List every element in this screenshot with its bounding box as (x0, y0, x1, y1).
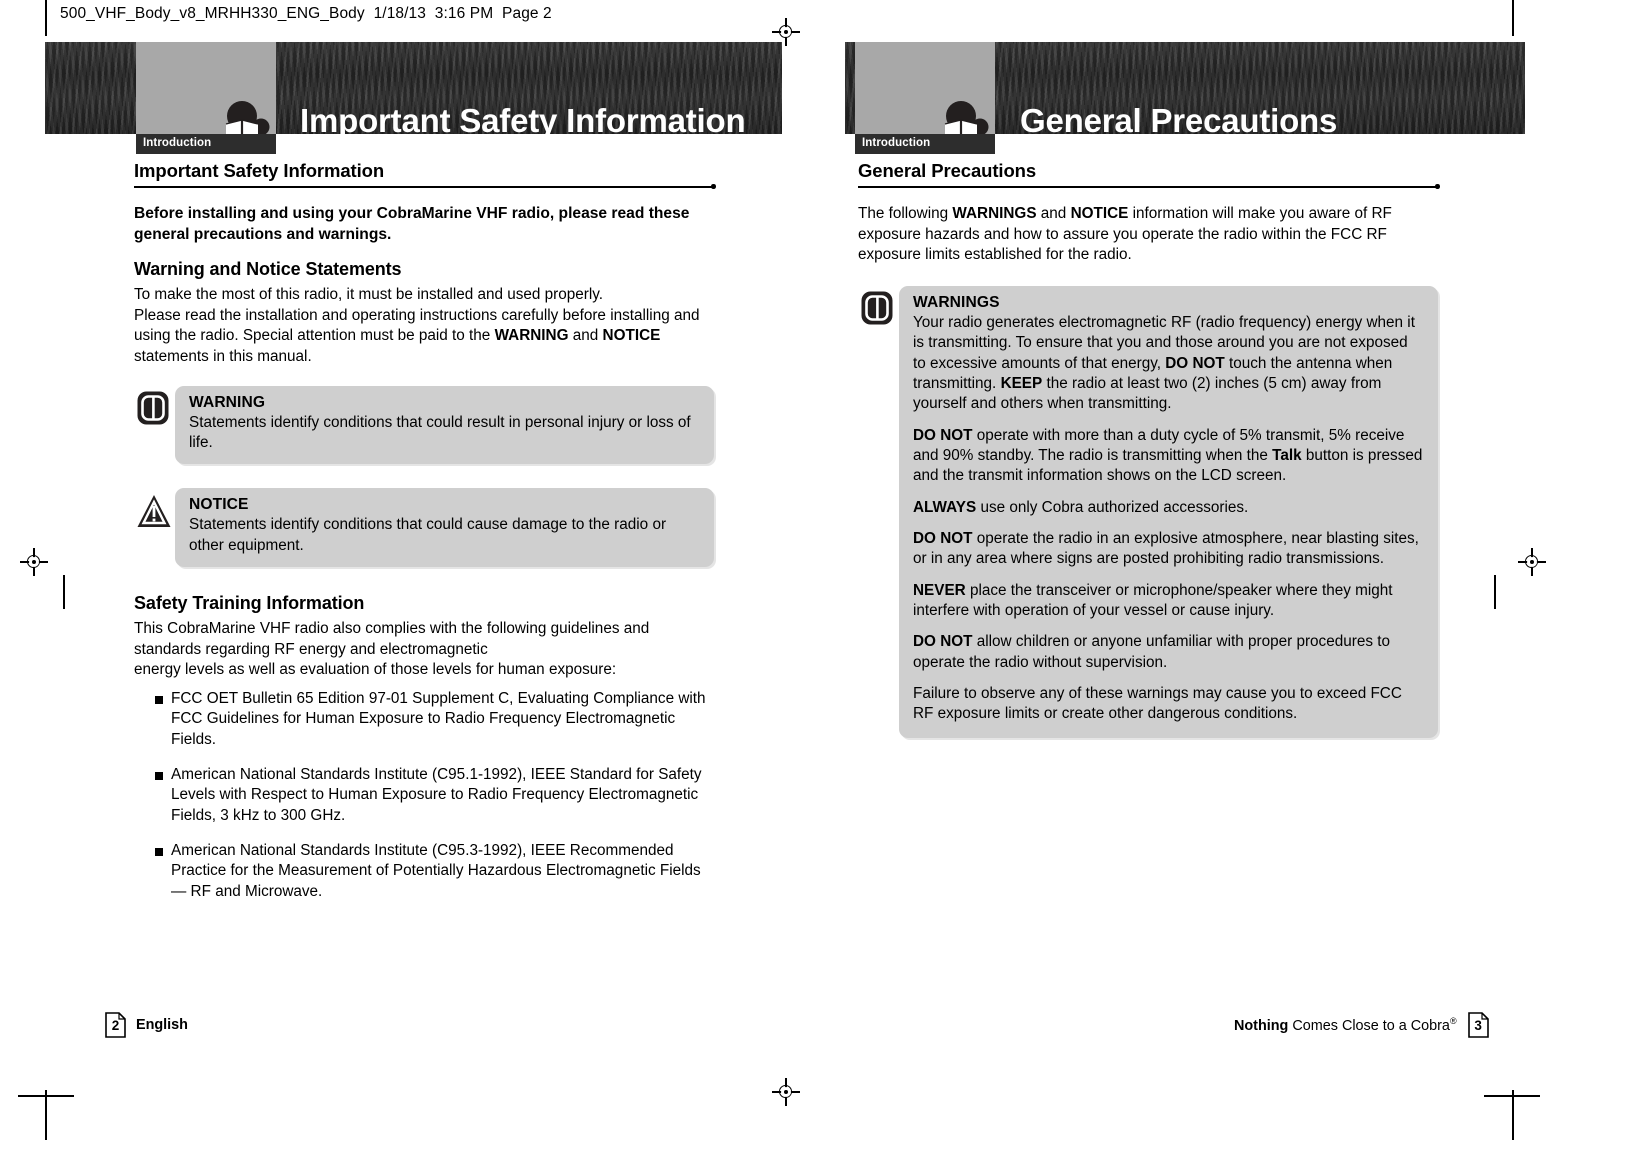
safety-training-paragraph: This CobraMarine VHF radio also complies… (134, 619, 714, 681)
page-spread: Important Safety Information Introductio… (0, 0, 1625, 1175)
intro-bold-notice: NOTICE (1070, 205, 1129, 222)
page-number-badge: 3 (1467, 1012, 1489, 1038)
right-banner-title: General Precautions (1020, 102, 1338, 134)
warnings-text: allow children or anyone unfamiliar with… (913, 633, 1390, 671)
notice-callout-title: NOTICE (189, 496, 249, 514)
warning-callout-title: WARNING (189, 393, 266, 411)
warnings-text: use only Cobra authorized accessories. (976, 498, 1249, 516)
warnings-paragraph: Your radio generates electromagnetic RF … (913, 313, 1424, 415)
right-page-content: General Precautions The following WARNIN… (858, 160, 1440, 752)
page-number-badge: 2 (105, 1012, 126, 1038)
safety-training-heading: Safety Training Information (134, 593, 365, 614)
para1-tail: statements in this manual. (134, 348, 312, 366)
warnings-callout-body: Your radio generates electromagnetic RF … (913, 313, 1424, 725)
warnings-paragraph: NEVER place the transceiver or microphon… (913, 581, 1424, 622)
right-section-heading: General Precautions (858, 160, 1037, 181)
left-tab-label: Introduction (143, 137, 212, 149)
warnings-paragraph: DO NOT allow children or anyone unfamili… (913, 632, 1424, 673)
warnings-emphasis: NEVER (913, 581, 966, 599)
para2-line2: energy levels as well as evaluation of t… (134, 661, 617, 679)
cobra-tagline: Nothing Comes Close to a Cobra® (1234, 1016, 1457, 1034)
warnings-emphasis: DO NOT (913, 426, 973, 444)
warnings-text: Failure to observe any of these warnings… (913, 685, 1402, 723)
square-bullet-icon (155, 848, 163, 857)
left-banner-title: Important Safety Information (300, 102, 746, 134)
warning-callout-box: WARNING Statements identify conditions t… (175, 385, 714, 465)
intro-a: The following (858, 205, 953, 222)
notice-callout-box: NOTICE Statements identify conditions th… (175, 488, 714, 568)
square-bullet-icon (155, 772, 163, 781)
notice-callout-text: Statements identify conditions that coul… (189, 516, 667, 554)
warnings-emphasis: DO NOT (1165, 354, 1225, 372)
intro-bold-warnings: WARNINGS (952, 205, 1037, 222)
right-page-number: 3 (1474, 1017, 1482, 1033)
language-label: English (136, 1017, 188, 1033)
para1-bold-warning: WARNING (494, 327, 569, 345)
square-bullet-icon (155, 696, 163, 705)
warning-notice-statements-heading: Warning and Notice Statements (134, 259, 402, 280)
right-page-footer: Nothing Comes Close to a Cobra® 3 (1234, 1012, 1489, 1038)
warnings-callout-box: WARNINGS Your radio generates electromag… (899, 285, 1438, 738)
warnings-paragraph: ALWAYS use only Cobra authorized accesso… (913, 498, 1424, 518)
warnings-paragraph: Failure to observe any of these warnings… (913, 684, 1424, 725)
warnings-emphasis: DO NOT (913, 633, 973, 651)
warnings-emphasis: ALWAYS (913, 498, 977, 516)
warnings-emphasis: Talk (1272, 446, 1302, 464)
para1-bold-notice: NOTICE (602, 327, 661, 345)
left-page-number: 2 (111, 1017, 120, 1033)
warnings-emphasis: KEEP (1000, 374, 1043, 392)
left-page-content: Important Safety Information Before inst… (134, 160, 716, 913)
registered-trademark-mark: ® (1449, 1016, 1457, 1027)
left-page-footer: 2 English (105, 1012, 188, 1038)
list-item: FCC OET Bulletin 65 Edition 97-01 Supple… (134, 689, 714, 750)
left-lead-paragraph: Before installing and using your CobraMa… (134, 205, 690, 243)
warnings-emphasis: DO NOT (913, 530, 973, 548)
list-item-text: American National Standards Institute (C… (171, 766, 702, 824)
list-item-text: FCC OET Bulletin 65 Edition 97-01 Supple… (171, 690, 706, 748)
warnings-text: place the transceiver or microphone/spea… (913, 581, 1393, 620)
intro-b: and (1036, 205, 1071, 222)
para1-and: and (568, 327, 603, 345)
left-page-section-tab: Introduction (136, 42, 276, 154)
left-tab-label-strip: Introduction (136, 134, 276, 154)
para1-line1: To make the most of this radio, it must … (134, 286, 604, 304)
right-tab-label-strip: Introduction (855, 134, 995, 154)
left-section-rule (134, 184, 716, 195)
warnings-callout-title: WARNINGS (913, 293, 1000, 311)
warning-badge-icon (860, 289, 896, 327)
general-precautions-intro: The following WARNINGS and NOTICE inform… (858, 204, 1438, 266)
warnings-text: operate the radio in an explosive atmosp… (913, 530, 1419, 568)
warning-callout: WARNING Statements identify conditions t… (134, 385, 714, 465)
right-section-rule (858, 184, 1440, 195)
right-page-section-tab: Introduction (855, 42, 995, 154)
list-item: American National Standards Institute (C… (134, 841, 714, 902)
right-tab-label: Introduction (862, 137, 931, 149)
warning-badge-icon (136, 389, 172, 427)
notice-triangle-icon (136, 493, 172, 531)
list-item: American National Standards Institute (C… (134, 765, 714, 826)
notice-callout: NOTICE Statements identify conditions th… (134, 488, 714, 568)
warnings-paragraph: DO NOT operate the radio in an explosive… (913, 529, 1424, 570)
list-item-text: American National Standards Institute (C… (171, 842, 701, 900)
tagline-bold-word: Nothing (1234, 1017, 1289, 1034)
para2-line1: This CobraMarine VHF radio also complies… (134, 620, 650, 658)
standards-list: FCC OET Bulletin 65 Edition 97-01 Supple… (134, 689, 714, 902)
warnings-callout: WARNINGS Your radio generates electromag… (858, 285, 1438, 738)
warning-callout-text: Statements identify conditions that coul… (189, 413, 691, 452)
tagline-rest: Comes Close to a Cobra (1288, 1017, 1450, 1034)
warning-notice-intro-paragraph: To make the most of this radio, it must … (134, 285, 714, 368)
warnings-paragraph: DO NOT operate with more than a duty cyc… (913, 426, 1424, 487)
left-section-heading: Important Safety Information (134, 160, 385, 181)
